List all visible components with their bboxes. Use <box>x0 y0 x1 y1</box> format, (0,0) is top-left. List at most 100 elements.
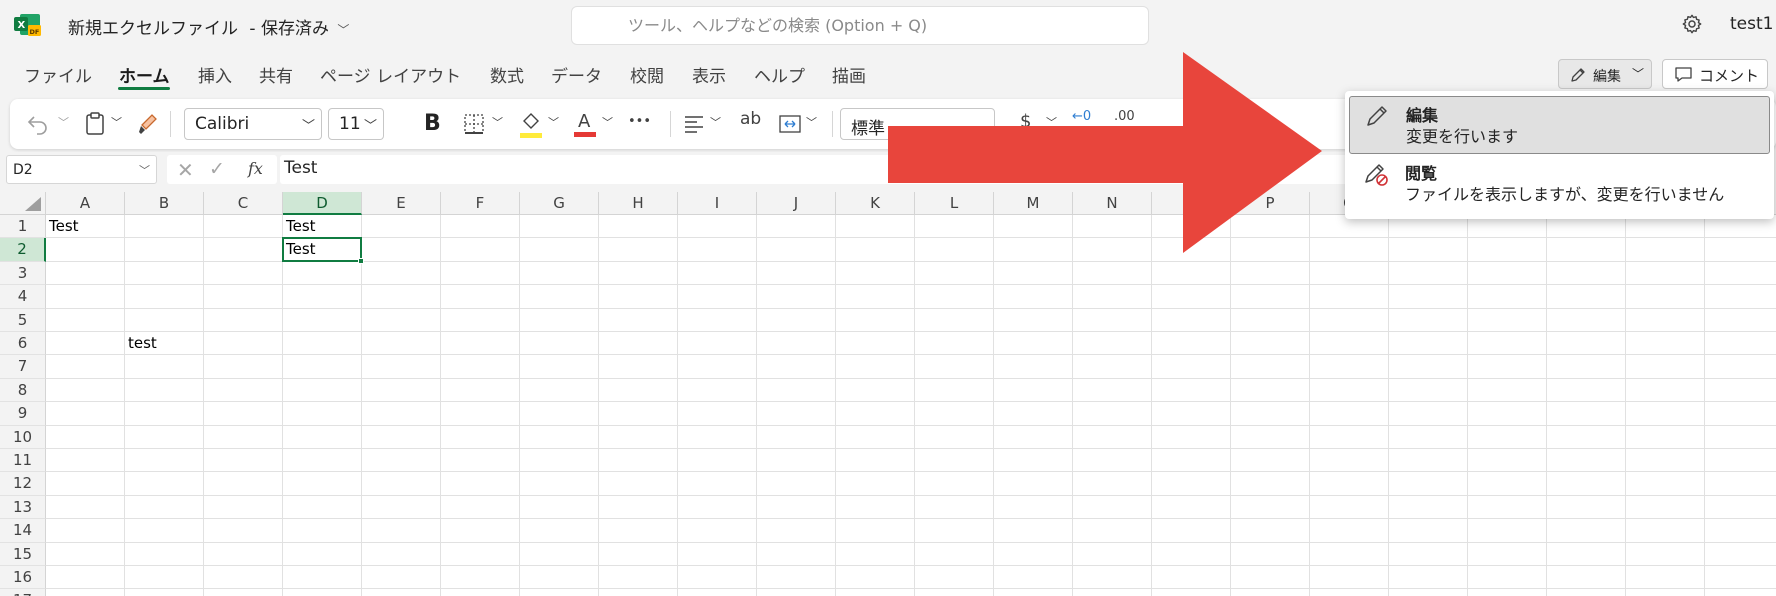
menu-item-description: 変更を行います <box>1406 127 1519 146</box>
chevron-down-icon[interactable]: ﹀ <box>111 114 122 130</box>
column-header[interactable]: G <box>520 192 599 215</box>
undo-icon[interactable] <box>26 112 52 136</box>
check-icon[interactable]: ✓ <box>209 158 225 180</box>
chevron-down-icon[interactable]: ﹀ <box>1046 114 1057 130</box>
chevron-down-icon[interactable]: ﹀ <box>806 114 817 130</box>
row-header[interactable]: 17 <box>0 589 46 596</box>
chevron-down-icon[interactable]: ﹀ <box>58 114 69 130</box>
user-name[interactable]: test1 <box>1730 14 1773 34</box>
column-header[interactable]: D <box>283 192 362 215</box>
row-header[interactable]: 1 <box>0 215 46 239</box>
cell-a1[interactable]: Test <box>49 217 79 235</box>
column-header[interactable]: L <box>915 192 994 215</box>
tab-view[interactable]: 表示 <box>692 62 726 87</box>
search-input[interactable] <box>572 7 1148 44</box>
column-header[interactable]: J <box>757 192 836 215</box>
row-header[interactable]: 13 <box>0 495 46 520</box>
cell-d1[interactable]: Test <box>286 217 316 235</box>
column-header[interactable]: A <box>46 192 125 215</box>
tab-file[interactable]: ファイル <box>24 62 92 87</box>
column-header[interactable]: E <box>362 192 441 215</box>
column-header[interactable]: O <box>1152 192 1231 215</box>
row-header[interactable]: 5 <box>0 308 46 332</box>
insert-function-button[interactable]: fx <box>248 159 263 178</box>
font-color-icon[interactable]: A <box>572 107 598 139</box>
row-header[interactable]: 15 <box>0 542 46 566</box>
column-header[interactable]: K <box>836 192 915 215</box>
name-box[interactable]: D2 ﹀ <box>6 155 157 184</box>
row-header[interactable]: 12 <box>0 472 46 496</box>
row-gridline <box>46 565 1776 566</box>
row-gridline <box>46 448 1776 449</box>
chevron-down-icon[interactable]: ﹀ <box>710 114 721 130</box>
row-header[interactable]: 9 <box>0 402 46 426</box>
decrease-decimal-button[interactable]: ←0 <box>1072 109 1091 124</box>
tab-home[interactable]: ホーム <box>119 62 170 87</box>
column-header[interactable]: C <box>204 192 283 215</box>
formula-actions: ✕ ✓ fx <box>167 155 277 184</box>
column-header[interactable]: B <box>125 192 204 215</box>
gear-icon[interactable] <box>1681 13 1703 35</box>
tab-page-layout[interactable]: ページ レイアウト <box>320 62 461 87</box>
font-name-select[interactable]: Calibri ﹀ <box>184 108 322 140</box>
editing-mode-button[interactable]: 編集 ﹀ <box>1558 59 1652 89</box>
row-header[interactable]: 10 <box>0 425 46 449</box>
tab-insert[interactable]: 挿入 <box>198 62 232 87</box>
row-header[interactable]: 11 <box>0 449 46 473</box>
align-left-icon[interactable] <box>682 112 706 136</box>
active-cell-cursor[interactable] <box>282 237 364 264</box>
select-all-corner[interactable] <box>0 192 46 215</box>
row-header[interactable]: 4 <box>0 285 46 309</box>
column-header[interactable]: I <box>678 192 757 215</box>
row-header[interactable]: 7 <box>0 355 46 379</box>
paste-icon[interactable] <box>84 111 106 137</box>
search-box[interactable] <box>571 6 1149 45</box>
row-header[interactable]: 14 <box>0 519 46 543</box>
menu-item-edit[interactable]: 編集 変更を行います <box>1349 96 1770 154</box>
currency-format-button[interactable]: $ <box>1020 111 1031 132</box>
tab-formulas[interactable]: 数式 <box>490 62 524 87</box>
chevron-down-icon[interactable]: ﹀ <box>492 114 503 130</box>
column-header[interactable]: M <box>994 192 1073 215</box>
chevron-down-icon[interactable]: ﹀ <box>602 114 613 130</box>
tab-help[interactable]: ヘルプ <box>754 62 805 87</box>
borders-icon[interactable] <box>462 112 486 136</box>
row-header[interactable]: 16 <box>0 566 46 590</box>
column-header[interactable]: P <box>1231 192 1310 215</box>
row-header[interactable]: 8 <box>0 378 46 403</box>
bold-button[interactable]: B <box>424 111 441 136</box>
column-gridline <box>1546 215 1547 596</box>
comment-button[interactable]: コメント <box>1662 59 1768 89</box>
column-gridline <box>756 215 757 596</box>
row-header[interactable]: 3 <box>0 261 46 286</box>
cancel-icon[interactable]: ✕ <box>177 158 194 182</box>
fill-color-icon[interactable] <box>518 109 544 139</box>
spreadsheet-grid[interactable]: ABCDEFGHIJKLMNOPQRSTUV123456789101112131… <box>0 192 1776 596</box>
menu-item-view[interactable]: 閲覧 ファイルを表示しますが、変更を行いません <box>1349 155 1770 213</box>
merge-cells-icon[interactable] <box>778 112 802 136</box>
column-header[interactable]: N <box>1073 192 1152 215</box>
separator <box>170 111 171 137</box>
tab-draw[interactable]: 描画 <box>832 62 866 87</box>
excel-icon[interactable]: X DF <box>14 13 42 37</box>
format-painter-icon[interactable] <box>138 111 162 137</box>
document-title[interactable]: 新規エクセルファイル - 保存済み ﹀ <box>68 14 349 39</box>
row-header[interactable]: 2 <box>0 238 46 262</box>
fill-handle[interactable] <box>358 257 364 264</box>
more-options-button[interactable]: ••• <box>628 114 651 129</box>
tab-data[interactable]: データ <box>551 62 602 87</box>
chevron-down-icon[interactable]: ﹀ <box>548 114 559 130</box>
row-header[interactable]: 6 <box>0 332 46 356</box>
name-box-value: D2 <box>13 162 33 178</box>
font-size-value: 11 <box>339 114 361 134</box>
column-header[interactable]: H <box>599 192 678 215</box>
column-header[interactable]: F <box>441 192 520 215</box>
cell-b6[interactable]: test <box>128 334 157 352</box>
wrap-text-button[interactable]: ab <box>740 109 761 129</box>
font-size-select[interactable]: 11 ﹀ <box>328 108 384 140</box>
title-bar: X DF 新規エクセルファイル - 保存済み ﹀ test1 <box>0 0 1776 50</box>
number-format-select[interactable]: 標準 <box>840 108 995 140</box>
increase-decimal-button[interactable]: .00 <box>1114 109 1135 124</box>
tab-share[interactable]: 共有 <box>259 62 293 87</box>
tab-review[interactable]: 校閲 <box>630 62 664 87</box>
